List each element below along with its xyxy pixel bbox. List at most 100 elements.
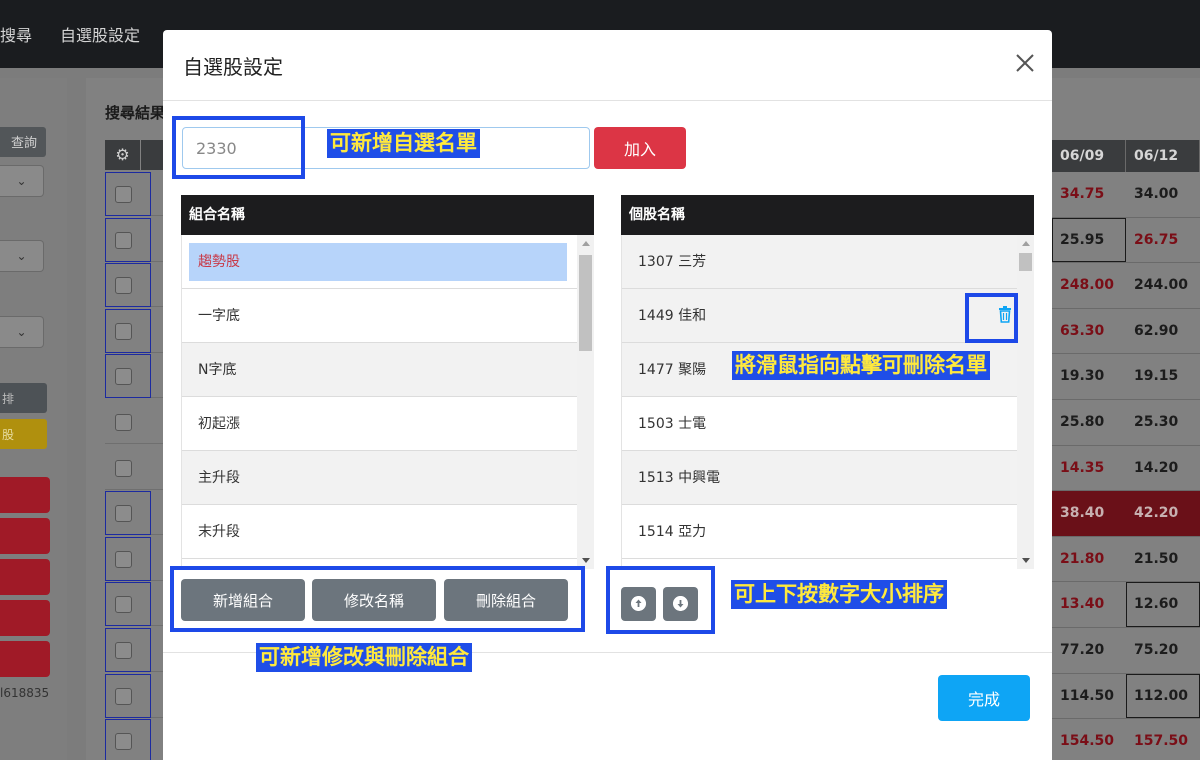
price-row: 63.30 62.90 — [1052, 309, 1200, 355]
scroll-thumb[interactable] — [579, 255, 592, 351]
scroll-up-icon[interactable] — [582, 241, 590, 246]
row-checkbox[interactable] — [115, 186, 132, 203]
row-checkbox[interactable] — [115, 277, 132, 295]
result-row[interactable] — [105, 446, 163, 490]
row-checkbox[interactable] — [115, 733, 132, 751]
query-button[interactable]: 查詢 — [0, 127, 46, 157]
result-row[interactable] — [105, 673, 163, 718]
price-table-body: 34.75 34.00 25.95 26.75 248.00 244.00 63.30 62.… — [1052, 172, 1200, 760]
price-cell: 21.80 — [1060, 550, 1105, 567]
row-checkbox[interactable] — [115, 414, 132, 431]
group-item-selected[interactable]: 趨勢股 — [189, 243, 567, 281]
price-row: 21.80 21.50 — [1052, 537, 1200, 583]
result-row[interactable] — [105, 263, 163, 308]
result-row[interactable] — [105, 308, 163, 353]
result-row[interactable] — [105, 628, 163, 672]
red-action-button[interactable] — [0, 641, 50, 677]
group-list-item[interactable]: 末升段 — [182, 505, 594, 559]
scroll-up-icon[interactable] — [1022, 241, 1030, 246]
price-row: 13.40 12.60 — [1052, 582, 1200, 628]
group-list-scrollbar[interactable] — [577, 235, 594, 569]
price-cell: 42.20 — [1126, 491, 1200, 536]
filter-select-2[interactable]: ⌄ — [0, 240, 44, 272]
filter-select-3[interactable]: ⌄ — [0, 316, 44, 348]
price-cell: 244.00 — [1134, 277, 1189, 294]
result-row[interactable] — [105, 719, 163, 760]
stock-item-label: 1513 中興電 — [638, 470, 721, 486]
stock-button[interactable]: 股 — [0, 419, 47, 449]
modal-header-divider — [163, 100, 1052, 101]
price-cell: 38.40 — [1052, 491, 1126, 536]
chevron-down-icon: ⌄ — [16, 174, 27, 188]
done-button[interactable]: 完成 — [938, 675, 1030, 721]
row-checkbox[interactable] — [115, 231, 132, 249]
date-column-header: 06/12 — [1126, 140, 1200, 172]
stock-list-item[interactable]: 1513 中興電 — [622, 451, 1034, 505]
group-list-header: 組合名稱 — [181, 195, 594, 235]
group-list-item[interactable]: 一字底 — [182, 289, 594, 343]
price-cell: 112.00 — [1126, 673, 1200, 719]
group-list-item[interactable]: 主升段 — [182, 451, 594, 505]
price-row: 248.00 244.00 — [1052, 263, 1200, 309]
red-action-button[interactable] — [0, 518, 50, 554]
price-row: 34.75 34.00 — [1052, 172, 1200, 218]
result-row[interactable] — [105, 536, 163, 581]
row-checkbox[interactable] — [115, 459, 132, 477]
group-list-item[interactable]: N字底 — [182, 343, 594, 397]
close-icon[interactable] — [1012, 50, 1038, 76]
scroll-down-icon[interactable] — [1022, 558, 1030, 563]
highlight-trash-box — [965, 293, 1018, 343]
group-list-item[interactable]: 趨勢股 — [182, 235, 594, 289]
price-cell: 25.80 — [1060, 413, 1105, 430]
result-row[interactable] — [105, 400, 163, 444]
stock-list-item[interactable]: 1503 士電 — [622, 397, 1034, 451]
stock-list-scrollbar[interactable] — [1017, 235, 1034, 569]
modal-title: 自選股設定 — [183, 55, 283, 79]
red-action-button[interactable] — [0, 477, 50, 513]
price-cell: 34.00 — [1134, 186, 1179, 202]
row-checkbox[interactable] — [115, 550, 132, 568]
price-cell: 19.15 — [1134, 368, 1179, 385]
group-list-item[interactable]: 初起漲 — [182, 397, 594, 451]
date-column-header: 06/09 — [1052, 140, 1126, 172]
gear-icon[interactable]: ⚙ — [105, 140, 140, 170]
callout-sort-hint: 可上下按數字大小排序 — [731, 580, 947, 609]
row-checkbox[interactable] — [115, 596, 132, 614]
stock-list-item[interactable]: 1514 亞力 — [622, 505, 1034, 559]
row-checkbox[interactable] — [115, 368, 132, 386]
row-checkbox[interactable] — [115, 505, 132, 523]
stock-list-panel: 個股名稱 1307 三芳 1449 佳和 1477 聚陽 1503 士電 151… — [621, 195, 1034, 569]
result-row[interactable] — [105, 354, 163, 399]
price-cell: 248.00 — [1060, 277, 1115, 294]
sort-button[interactable]: 排 — [0, 383, 47, 413]
price-cell: 34.75 — [1060, 186, 1105, 202]
price-row: 77.20 75.20 — [1052, 628, 1200, 674]
price-cell: 62.90 — [1134, 322, 1179, 339]
stock-item-label: 1514 亞力 — [638, 524, 707, 540]
result-row[interactable] — [105, 172, 163, 216]
result-row[interactable] — [105, 217, 163, 262]
price-row: 154.50 157.50 — [1052, 719, 1200, 760]
row-checkbox[interactable] — [115, 322, 132, 340]
result-row[interactable] — [105, 491, 163, 536]
red-action-button[interactable] — [0, 600, 50, 636]
filter-select-1[interactable]: ⌄ — [0, 165, 44, 197]
result-row[interactable] — [105, 582, 163, 627]
group-list-body: 趨勢股 一字底 N字底 初起漲 主升段 末升段 — [181, 235, 594, 569]
nav-item-watchlist-settings[interactable]: 自選股設定 — [60, 22, 140, 46]
scroll-thumb[interactable] — [1019, 253, 1032, 271]
stock-list-item[interactable]: 1307 三芳 — [622, 235, 1034, 289]
red-action-button[interactable] — [0, 559, 50, 595]
price-cell: 13.40 — [1060, 596, 1105, 613]
price-table-header: 06/09 06/12 — [1052, 140, 1200, 172]
callout-delete-hint: 將滑鼠指向點擊可刪除名單 — [732, 351, 990, 380]
nav-item-search[interactable]: 搜尋 — [0, 22, 32, 46]
scroll-down-icon[interactable] — [582, 558, 590, 563]
price-cell: 14.20 — [1134, 459, 1179, 476]
price-row: 14.35 14.20 — [1052, 446, 1200, 492]
row-checkbox[interactable] — [115, 642, 132, 659]
row-checkbox[interactable] — [115, 687, 132, 705]
highlight-sort-buttons — [606, 566, 715, 634]
add-button[interactable]: 加入 — [594, 127, 686, 169]
chevron-down-icon: ⌄ — [16, 249, 27, 263]
